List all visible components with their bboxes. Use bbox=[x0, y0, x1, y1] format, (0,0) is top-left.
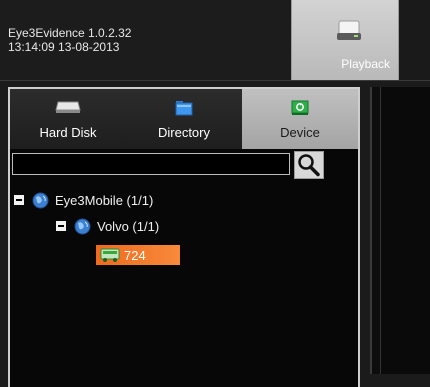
hard-drive-icon bbox=[336, 20, 362, 47]
tree-node-label: 724 bbox=[124, 247, 146, 263]
search-button[interactable] bbox=[294, 151, 324, 179]
playback-view-inner bbox=[380, 87, 430, 374]
collapse-icon[interactable] bbox=[14, 195, 24, 205]
folder-icon bbox=[175, 100, 193, 121]
tree-node-root[interactable]: Eye3Mobile (1/1) bbox=[14, 191, 153, 209]
search-icon bbox=[295, 154, 323, 182]
tree-node-label: Eye3Mobile (1/1) bbox=[55, 192, 154, 208]
source-panel: Hard Disk Directory Device Eye3Mobile (1… bbox=[8, 87, 360, 387]
playback-view-area bbox=[370, 87, 430, 374]
playback-button[interactable]: Playback bbox=[291, 0, 399, 80]
search-input[interactable] bbox=[12, 153, 290, 175]
tab-hard-disk[interactable]: Hard Disk bbox=[10, 89, 126, 149]
tab-hard-disk-label: Hard Disk bbox=[39, 125, 97, 140]
device-icon bbox=[291, 100, 309, 121]
vehicle-icon bbox=[100, 247, 120, 263]
tree-node-group[interactable]: Volvo (1/1) bbox=[56, 217, 159, 235]
search-row bbox=[10, 151, 358, 179]
top-header: Eye3Evidence 1.0.2.32 13:14:09 13-08-201… bbox=[0, 0, 430, 81]
tree-node-device[interactable]: 724 bbox=[96, 245, 180, 265]
tree-node-label: Volvo (1/1) bbox=[97, 218, 160, 234]
globe-icon bbox=[32, 192, 49, 209]
tab-directory-label: Directory bbox=[157, 125, 210, 140]
tab-device[interactable]: Device bbox=[242, 89, 358, 149]
globe-icon bbox=[74, 218, 91, 235]
right-header-area bbox=[399, 0, 430, 80]
source-tabs: Hard Disk Directory Device bbox=[10, 89, 358, 149]
playback-label: Playback bbox=[341, 57, 390, 71]
tab-device-label: Device bbox=[280, 125, 320, 140]
hard-disk-icon bbox=[55, 100, 81, 119]
app-info: Eye3Evidence 1.0.2.32 13:14:09 13-08-201… bbox=[8, 26, 131, 54]
collapse-icon[interactable] bbox=[56, 221, 66, 231]
app-name-version: Eye3Evidence 1.0.2.32 bbox=[8, 26, 132, 40]
tab-directory[interactable]: Directory bbox=[126, 89, 242, 149]
app-datetime: 13:14:09 13-08-2013 bbox=[8, 40, 120, 54]
